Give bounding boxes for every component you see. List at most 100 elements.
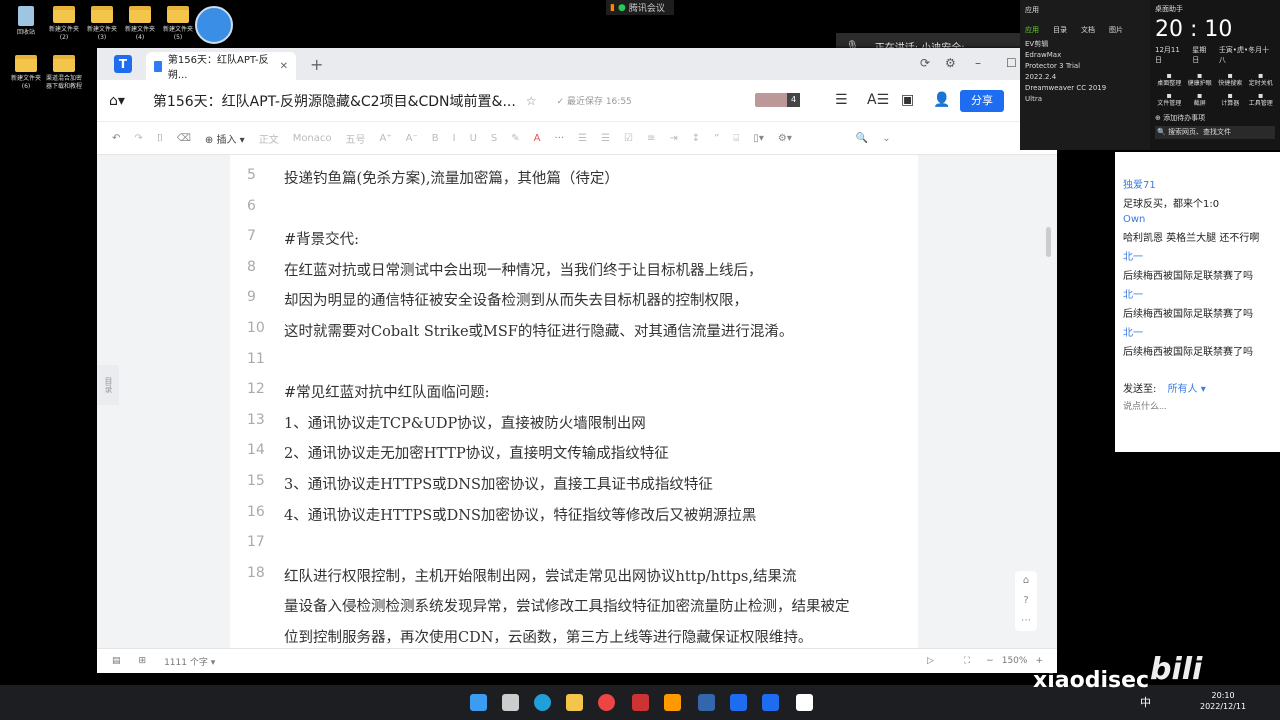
- chat-input[interactable]: [1123, 401, 1263, 411]
- app-item[interactable]: 2022.2.4: [1025, 72, 1145, 83]
- toc-toggle[interactable]: 目录: [97, 365, 119, 405]
- zoom-level[interactable]: 150%: [1002, 656, 1028, 666]
- add-todo[interactable]: 添加待办事项: [1163, 114, 1205, 122]
- code-block-icon[interactable]: ⌸: [733, 133, 739, 144]
- font-color-icon[interactable]: A: [534, 133, 541, 144]
- checklist-icon[interactable]: ☑: [624, 133, 633, 144]
- more-icon[interactable]: ···: [555, 133, 565, 144]
- underline-icon[interactable]: U: [470, 133, 477, 144]
- vmware-icon[interactable]: [664, 694, 681, 711]
- align-icon[interactable]: ≡: [647, 133, 655, 144]
- font-select[interactable]: Monaco: [293, 133, 332, 144]
- page-icon[interactable]: ▯▾: [753, 133, 764, 144]
- assistant-tool[interactable]: ▪ 健康护眼: [1186, 71, 1215, 88]
- edge-icon[interactable]: [534, 694, 551, 711]
- clear-format-icon[interactable]: ⌫: [177, 133, 191, 144]
- plugin-icon[interactable]: ⚙▾: [778, 133, 792, 144]
- indent-icon[interactable]: ⇥: [669, 133, 677, 144]
- bold-icon[interactable]: B: [432, 133, 439, 144]
- close-tab-icon[interactable]: ✕: [280, 61, 288, 72]
- text-format-icon[interactable]: A☰: [867, 92, 889, 108]
- feedback-widget[interactable]: ⌂? ⋯: [1015, 571, 1037, 631]
- bullet-list-icon[interactable]: ☰: [578, 133, 587, 144]
- word-count[interactable]: 1111 个字: [164, 658, 208, 668]
- app-item[interactable]: EV剪辑: [1025, 39, 1145, 50]
- undo-icon[interactable]: ↶: [112, 133, 120, 144]
- italic-icon[interactable]: I: [453, 133, 456, 144]
- desktop-icon[interactable]: 回收站: [6, 6, 46, 37]
- start-icon[interactable]: [470, 694, 487, 711]
- document-page[interactable]: 5 投递钓鱼篇(免杀方案),流量加密篇，其他篇（待定） 6 7 #背景交代: 8 在红蓝对抗…: [230, 155, 918, 648]
- task-view-icon[interactable]: [502, 694, 519, 711]
- assistant-tool[interactable]: ▪ 截屏: [1186, 91, 1215, 108]
- tencent-meeting-icon[interactable]: [762, 694, 779, 711]
- chrome-icon[interactable]: [598, 694, 615, 711]
- minimize-icon[interactable]: –: [975, 56, 981, 70]
- new-tab-button[interactable]: +: [310, 55, 323, 74]
- assistant-tool[interactable]: ▪ 文件管理: [1155, 91, 1184, 108]
- refresh-icon[interactable]: ⟳: [920, 56, 930, 70]
- page-layout-icon[interactable]: ⊞: [139, 656, 147, 666]
- app-icon[interactable]: [632, 694, 649, 711]
- desktop-icon[interactable]: 新建文件夹 (3): [82, 6, 122, 42]
- fullscreen-icon[interactable]: ⛶: [964, 656, 970, 666]
- desktop-icon[interactable]: 新建文件夹 (2): [44, 6, 84, 42]
- search-icon[interactable]: 🔍: [856, 133, 868, 144]
- play-icon[interactable]: ▷: [927, 656, 934, 666]
- redo-icon[interactable]: ↷: [134, 133, 142, 144]
- maximize-icon[interactable]: ☐: [1006, 56, 1017, 70]
- assistant-tool[interactable]: ▪ 桌面整理: [1155, 71, 1184, 88]
- home-icon[interactable]: ⌂▾: [109, 93, 125, 109]
- apps-tab[interactable]: 应用: [1025, 25, 1039, 35]
- font-decrease-icon[interactable]: A⁻: [406, 133, 418, 144]
- numbered-list-icon[interactable]: ☰: [601, 133, 610, 144]
- desktop-icon[interactable]: 新建文件夹 (5): [158, 6, 198, 42]
- python-icon[interactable]: [698, 694, 715, 711]
- strikethrough-icon[interactable]: S: [491, 133, 497, 144]
- app-item[interactable]: EdrawMax: [1025, 50, 1145, 61]
- apps-tab[interactable]: 目录: [1053, 25, 1067, 35]
- assistant-tool[interactable]: ▪ 计算器: [1216, 91, 1245, 108]
- assistant-search[interactable]: 搜索网页、查找文件: [1168, 128, 1231, 136]
- line-spacing-icon[interactable]: ↕: [692, 133, 700, 144]
- meeting-indicator[interactable]: ▮ ● 腾讯会议: [606, 0, 674, 15]
- tencent-docs-icon[interactable]: [730, 694, 747, 711]
- quote-icon[interactable]: ”: [714, 133, 719, 144]
- document-title[interactable]: 第156天：红队APT-反朔源隐藏&C2项目&CDN域前置&...: [153, 91, 516, 111]
- desktop-icon[interactable]: 渠道混合加密器下载和教程: [44, 55, 84, 91]
- menu-icon[interactable]: ☰: [835, 92, 848, 108]
- app-item[interactable]: Ultra: [1025, 94, 1145, 105]
- permissions-icon[interactable]: 👤: [933, 92, 950, 108]
- collaborator-count[interactable]: 4: [787, 93, 800, 107]
- floating-ball-icon[interactable]: [195, 6, 233, 44]
- ime-indicator[interactable]: 中: [1140, 694, 1151, 710]
- baidu-netdisk-icon[interactable]: [796, 694, 813, 711]
- insert-button[interactable]: ⊕ 插入 ▾: [205, 131, 245, 146]
- collapse-toolbar-icon[interactable]: ⌄: [882, 133, 890, 144]
- desktop-icon[interactable]: 新建文件夹 (4): [120, 6, 160, 42]
- zoom-out-button[interactable]: −: [986, 656, 994, 666]
- font-size-select[interactable]: 五号: [346, 131, 366, 146]
- apps-tab[interactable]: 文档: [1081, 25, 1095, 35]
- apps-tab[interactable]: 图片: [1109, 25, 1123, 35]
- assistant-tool[interactable]: ▪ 工具管理: [1247, 91, 1276, 108]
- scrollbar[interactable]: [1046, 227, 1051, 257]
- assistant-tool[interactable]: ▪ 快捷搜索: [1216, 71, 1245, 88]
- zoom-in-button[interactable]: +: [1035, 656, 1043, 666]
- highlight-icon[interactable]: ✎: [511, 133, 519, 144]
- file-explorer-icon[interactable]: [566, 694, 583, 711]
- present-icon[interactable]: ▣: [901, 92, 914, 108]
- tray-clock[interactable]: 20:10 2022/12/11: [1200, 690, 1246, 712]
- send-to-select[interactable]: 所有人 ▾: [1168, 384, 1206, 395]
- star-icon[interactable]: ☆: [526, 94, 537, 108]
- settings-icon[interactable]: ⚙: [945, 56, 956, 70]
- outline-icon[interactable]: ▤: [112, 656, 121, 666]
- paragraph-style-select[interactable]: 正文: [259, 131, 279, 146]
- app-item[interactable]: Protector 3 Trial: [1025, 61, 1145, 72]
- assistant-tool[interactable]: ▪ 定时关机: [1247, 71, 1276, 88]
- font-increase-icon[interactable]: A⁺: [380, 133, 392, 144]
- desktop-icon[interactable]: 新建文件夹 (6): [6, 55, 46, 91]
- format-painter-icon[interactable]: ⌷: [157, 133, 163, 144]
- share-button[interactable]: 分享: [960, 90, 1004, 112]
- app-item[interactable]: Dreamweaver CC 2019: [1025, 83, 1145, 94]
